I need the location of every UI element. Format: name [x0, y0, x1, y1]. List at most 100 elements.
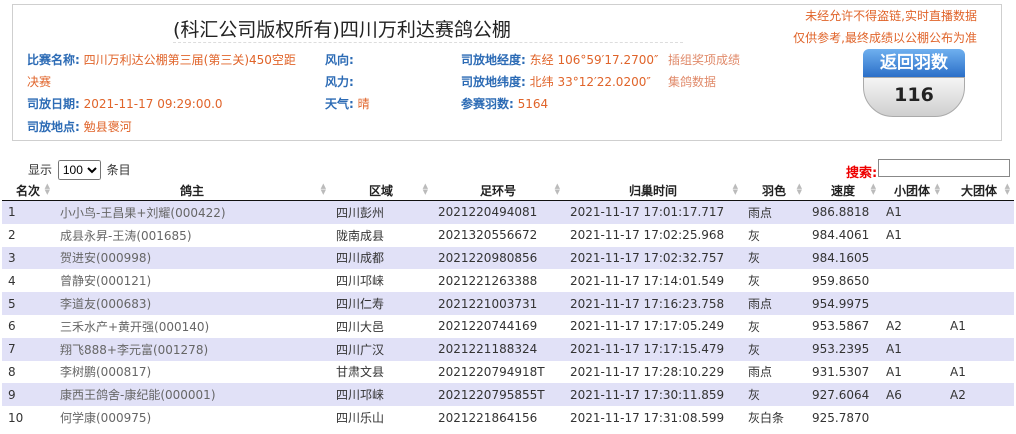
race-name-row: 比赛名称: 四川万利达公棚第三届(第三关)450空距	[27, 51, 296, 68]
small-group-cell	[880, 292, 944, 315]
sort-icon: ▲ ▼	[1004, 182, 1010, 196]
sort-icon: ▲ ▼	[320, 182, 326, 196]
region-cell: 四川邛崃	[330, 383, 432, 407]
owner-cell: 三禾水产+黄开强(000140)	[54, 314, 330, 338]
ring-number-cell: 2021220744169	[432, 314, 564, 338]
table-row[interactable]: 5 李道友(000683) 四川仁寿 2021221003731 2021-11-17 …	[2, 292, 1014, 315]
arrival-time-cell: 2021-11-17 17:17:15.479	[564, 337, 742, 361]
wind-force-row: 风力:	[325, 73, 354, 90]
column-header-rank[interactable]: 名次 ▲ ▼	[2, 180, 54, 201]
entry-count-label: 参赛羽数:	[461, 97, 514, 111]
sort-icon: ▲ ▼	[870, 182, 876, 196]
sort-icon: ▲ ▼	[422, 182, 428, 196]
small-group-cell: A1	[880, 360, 944, 384]
arrival-time-cell: 2021-11-17 17:02:25.968	[564, 223, 742, 247]
rank-cell: 9	[2, 383, 54, 407]
table-row[interactable]: 4 曾静安(000121) 四川邛崃 2021221263388 2021-11-17 …	[2, 269, 1014, 293]
search-label: 搜索:	[846, 166, 878, 181]
sort-icon: ▲ ▼	[796, 182, 802, 196]
arrival-time-cell: 2021-11-17 17:31:08.599	[564, 406, 742, 429]
speed-cell: 954.9975	[806, 292, 880, 315]
rank-cell: 1	[2, 200, 54, 224]
entry-count-row: 参赛羽数: 5164	[461, 95, 548, 112]
color-cell: 灰	[742, 383, 806, 407]
color-cell: 灰	[742, 223, 806, 247]
release-place-label: 司放地点:	[27, 120, 80, 134]
speed-cell: 984.4061	[806, 223, 880, 247]
large-group-cell: A1	[944, 360, 1014, 384]
small-group-cell	[880, 246, 944, 270]
column-header-speed[interactable]: 速度 ▲ ▼	[806, 180, 880, 201]
table-row[interactable]: 3 贺进安(000998) 四川成都 2021220980856 2021-11-17 …	[2, 246, 1014, 270]
region-cell: 四川大邑	[330, 314, 432, 338]
table-row[interactable]: 1 小小鸟-王昌果+刘耀(000422) 四川彭州 2021220494081 2021…	[2, 200, 1014, 224]
column-header-ring-number[interactable]: 足环号 ▲ ▼	[432, 180, 564, 201]
large-group-cell	[944, 200, 1014, 224]
page-size-select[interactable]: 100	[57, 160, 101, 180]
column-header-region[interactable]: 区域 ▲ ▼	[330, 180, 432, 201]
group-award-link[interactable]: 插组奖项成绩	[668, 51, 740, 68]
rank-cell: 6	[2, 314, 54, 338]
column-header-owner[interactable]: 鸽主 ▲ ▼	[54, 180, 330, 201]
color-cell: 灰	[742, 314, 806, 338]
owner-cell: 康西王鸽舍-康纪能(000001)	[54, 383, 330, 407]
arrival-time-cell: 2021-11-17 17:28:10.229	[564, 360, 742, 384]
ring-number-cell: 2021221263388	[432, 269, 564, 293]
small-group-cell	[880, 269, 944, 293]
collection-data-link[interactable]: 集鸽数据	[668, 73, 716, 90]
column-header-small-group[interactable]: 小团体 ▲ ▼	[880, 180, 944, 201]
table-row[interactable]: 7 翔飞888+李元富(001278) 四川广汉 2021221188324 2021-…	[2, 337, 1014, 361]
table-row[interactable]: 9 康西王鸽舍-康纪能(000001) 四川邛崃 2021220795855T 2021…	[2, 383, 1014, 407]
race-name-value: 四川万利达公棚第三届(第三关)450空距	[83, 53, 296, 67]
rank-cell: 2	[2, 223, 54, 247]
ring-number-cell: 2021221864156	[432, 406, 564, 429]
owner-cell: 李道友(000683)	[54, 292, 330, 315]
wind-force-label: 风力:	[325, 75, 354, 89]
small-group-cell: A6	[880, 383, 944, 407]
release-date-label: 司放日期:	[27, 97, 80, 111]
race-name-label: 比赛名称:	[27, 53, 80, 67]
color-cell: 灰	[742, 269, 806, 293]
large-group-cell	[944, 292, 1014, 315]
rank-cell: 4	[2, 269, 54, 293]
speed-cell: 925.7870	[806, 406, 880, 429]
warning-line-1: 未经允许不得盗链,实时直播数据	[805, 9, 977, 23]
speed-cell: 927.6064	[806, 383, 880, 407]
search-input[interactable]	[878, 159, 1010, 177]
owner-cell: 何学康(000975)	[54, 406, 330, 429]
region-cell: 四川彭州	[330, 200, 432, 224]
show-label: 显示	[28, 163, 53, 177]
ring-number-cell: 2021320556672	[432, 223, 564, 247]
large-group-cell	[944, 337, 1014, 361]
speed-cell: 984.1605	[806, 246, 880, 270]
large-group-cell: A2	[944, 383, 1014, 407]
longitude-row: 司放地经度: 东经 106°59′17.2700″	[461, 51, 658, 68]
speed-cell: 953.5867	[806, 314, 880, 338]
latitude-row: 司放地纬度: 北纬 33°12′22.0200″	[461, 73, 651, 90]
region-cell: 四川仁寿	[330, 292, 432, 315]
speed-cell: 986.8818	[806, 200, 880, 224]
ring-number-cell: 2021220795855T	[432, 383, 564, 407]
color-cell: 雨点	[742, 292, 806, 315]
region-cell: 四川成都	[330, 246, 432, 270]
small-group-cell: A1	[880, 200, 944, 224]
color-cell: 雨点	[742, 360, 806, 384]
arrival-time-cell: 2021-11-17 17:14:01.549	[564, 269, 742, 293]
table-row[interactable]: 2 成县永昇-王涛(001685) 陇南成县 2021320556672 2021-11…	[2, 223, 1014, 247]
sort-icon: ▲ ▼	[732, 182, 738, 196]
entry-count-value: 5164	[517, 97, 549, 111]
sort-icon: ▲ ▼	[44, 182, 50, 196]
table-row[interactable]: 8 李树鹏(000817) 甘肃文县 2021220794918T 2021-11-17…	[2, 360, 1014, 384]
color-cell: 灰	[742, 246, 806, 270]
column-header-color[interactable]: 羽色 ▲ ▼	[742, 180, 806, 201]
rank-cell: 5	[2, 292, 54, 315]
table-row[interactable]: 10 何学康(000975) 四川乐山 2021221864156 2021-11-17…	[2, 406, 1014, 429]
weather-row: 天气: 晴	[325, 95, 370, 112]
table-row[interactable]: 6 三禾水产+黄开强(000140) 四川大邑 2021220744169 2021-1…	[2, 314, 1014, 338]
column-header-arrival-time[interactable]: 归巢时间 ▲ ▼	[564, 180, 742, 201]
return-count-badge[interactable]: 返回羽数 116	[863, 49, 965, 127]
region-cell: 四川广汉	[330, 337, 432, 361]
sort-icon: ▲ ▼	[554, 182, 560, 196]
column-header-large-group[interactable]: 大团体 ▲ ▼	[944, 180, 1014, 201]
ring-number-cell: 2021220494081	[432, 200, 564, 224]
